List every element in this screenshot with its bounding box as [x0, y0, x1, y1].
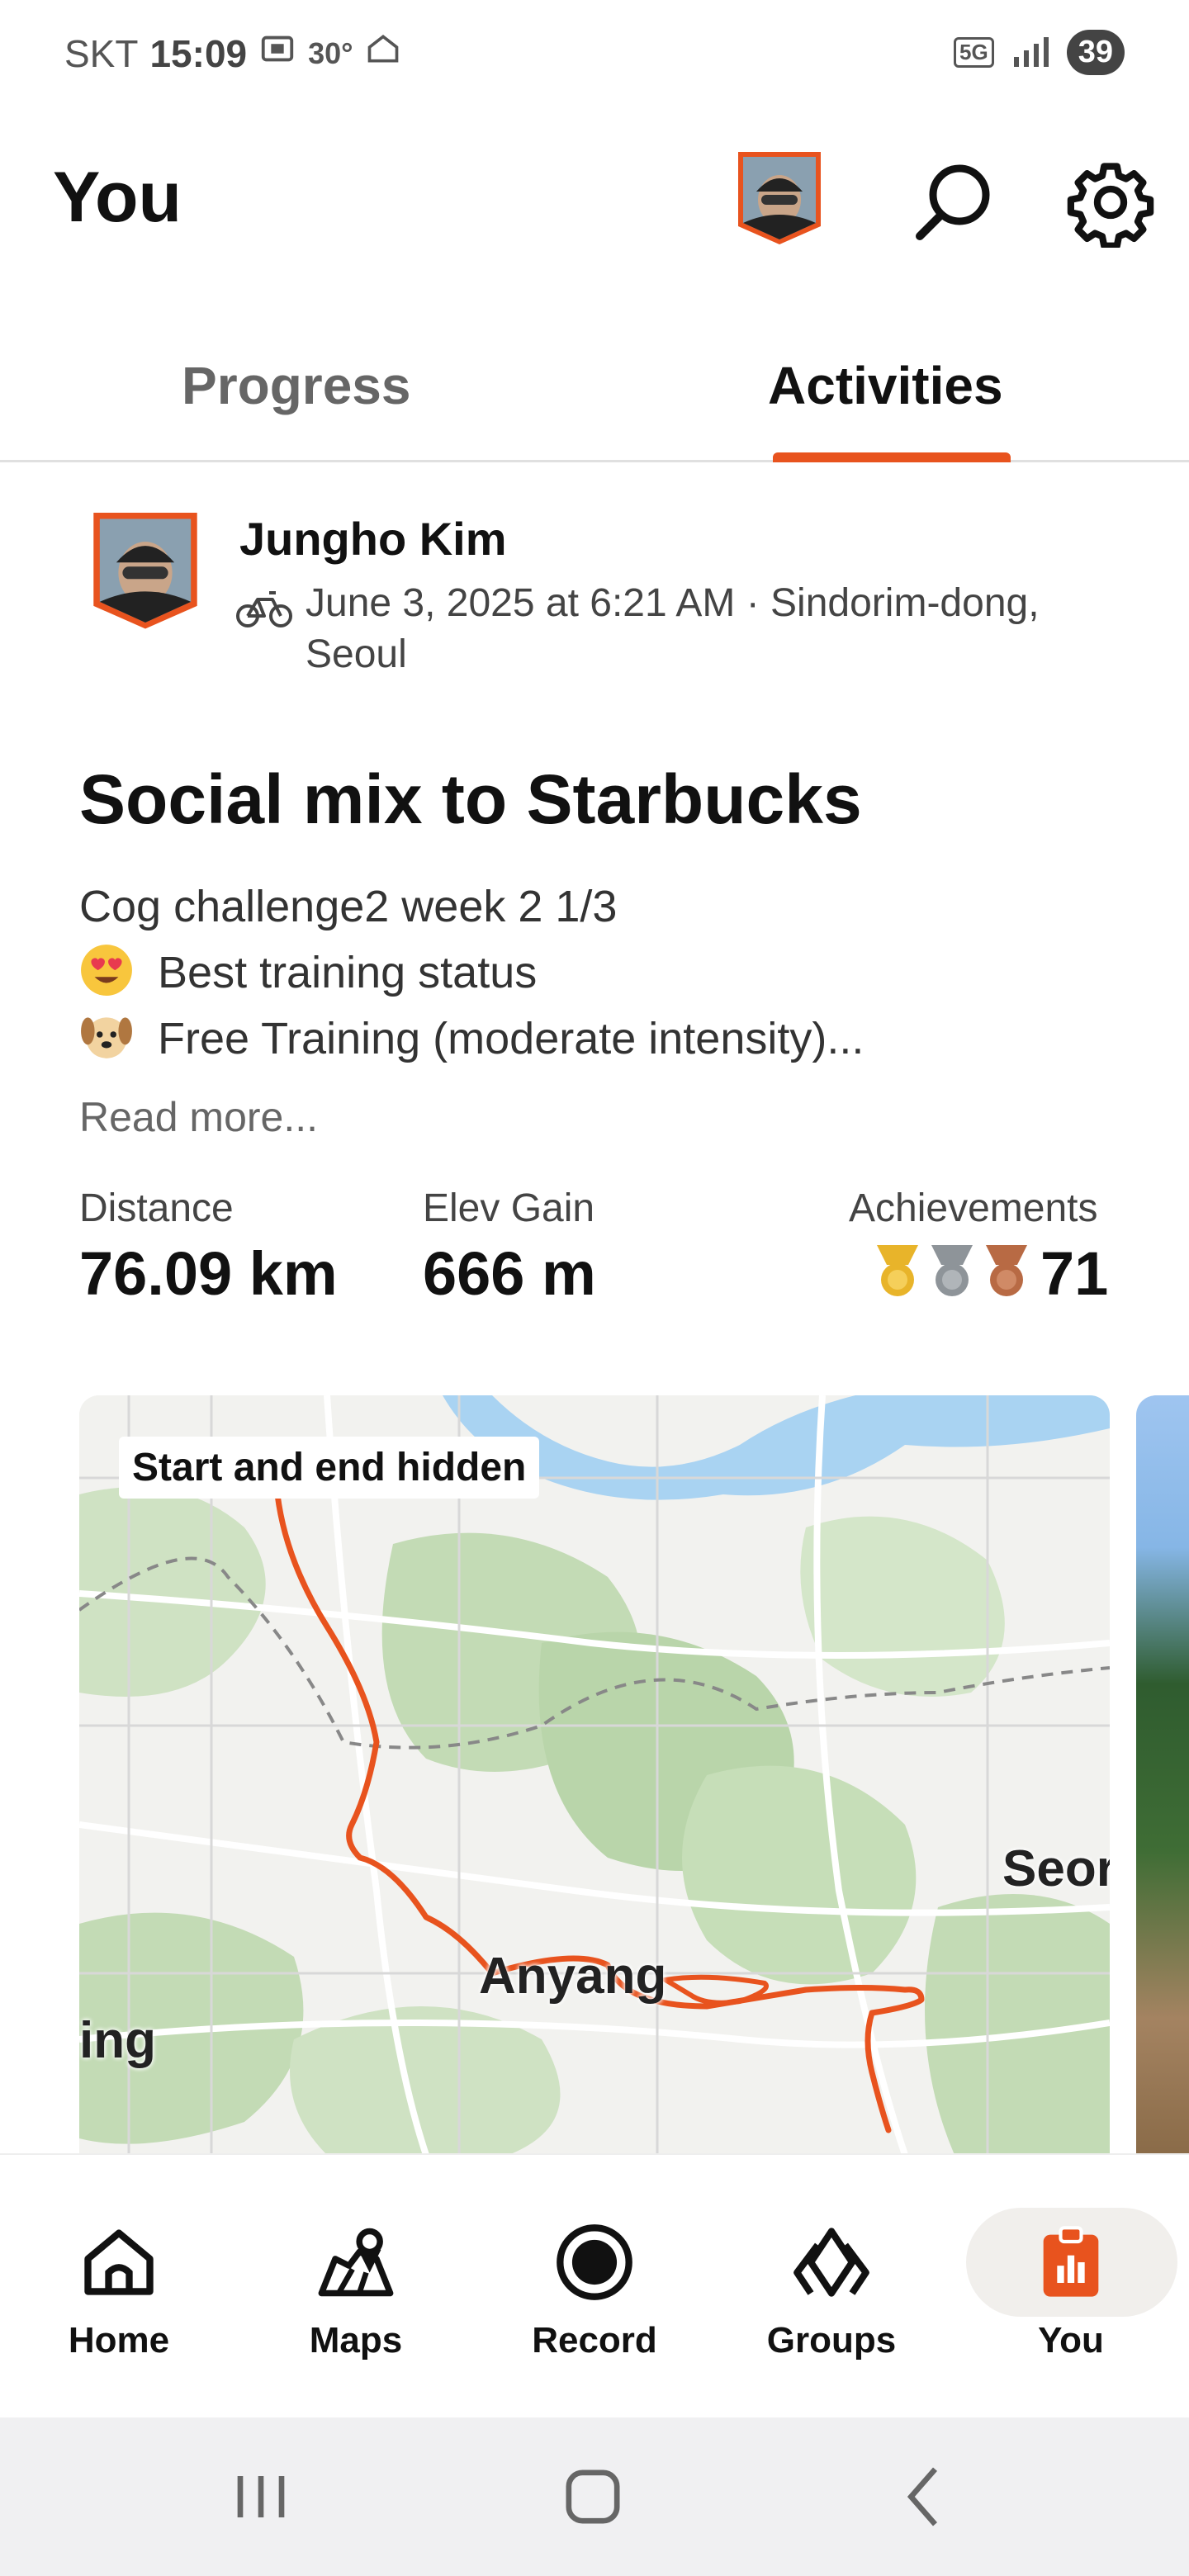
temperature-label: 30° [308, 36, 353, 70]
route-map[interactable]: Start and end hidden Anyang Seor ing [79, 1395, 1110, 2155]
status-left: SKT 15:09 30° [64, 30, 401, 77]
description-line: Best training status [79, 940, 864, 1006]
nav-item-record[interactable]: Record [500, 2155, 689, 2419]
nav-label: Groups [766, 2320, 897, 2361]
achievement-medals [872, 1242, 1032, 1300]
description-line: Cog challenge2 week 2 1/3 [79, 874, 864, 940]
elev-gain-label: Elev Gain [423, 1186, 595, 1230]
clock: 15:09 [149, 31, 248, 75]
nav-item-groups[interactable]: Groups [737, 2155, 926, 2419]
nav-label: Maps [309, 2320, 403, 2361]
tab-bar: Progress Activities [0, 322, 1189, 462]
record-icon [553, 2221, 636, 2304]
nav-item-home[interactable]: Home [24, 2155, 214, 2419]
bike-icon [236, 586, 292, 629]
dog-face-emoji-icon [79, 1009, 134, 1063]
recent-apps-icon[interactable] [220, 2455, 302, 2538]
battery-indicator: 39 [1066, 30, 1125, 75]
activity-photo[interactable] [1136, 1395, 1189, 2155]
tab-activities[interactable]: Activities [768, 355, 1003, 416]
map-label-anyang: Anyang [479, 1948, 667, 2005]
map-label-left-city: ing [79, 2012, 156, 2069]
achievements-value: 71 [1040, 1239, 1109, 1308]
profile-avatar[interactable] [735, 149, 824, 246]
home-icon [78, 2221, 160, 2304]
elev-gain-value: 666 m [423, 1239, 596, 1308]
page-title: You [53, 158, 182, 237]
activity-meta: June 3, 2025 at 6:21 AM · Sindorim-dong,… [306, 581, 1040, 676]
home-status-icon [365, 31, 401, 76]
gold-medal-icon [877, 1245, 918, 1296]
carrier-label: SKT [64, 31, 139, 75]
home-button-icon[interactable] [552, 2455, 634, 2538]
description-line: Free Training (moderate intensity)... [79, 1006, 864, 1072]
activity-title[interactable]: Social mix to Starbucks [79, 760, 862, 840]
description-text: Free Training (moderate intensity)... [158, 1014, 865, 1063]
header: You [0, 132, 1189, 281]
search-icon[interactable] [908, 157, 999, 248]
screenshot-icon [258, 30, 296, 77]
activity-description: Cog challenge2 week 2 1/3 Best training … [79, 874, 864, 1072]
signal-icon [1011, 34, 1050, 71]
active-tab-indicator [773, 452, 1011, 462]
tab-progress[interactable]: Progress [182, 355, 410, 416]
groups-icon [790, 2221, 873, 2304]
nav-label: You [1038, 2320, 1104, 2361]
distance-value: 76.09 km [79, 1239, 338, 1308]
bronze-medal-icon [986, 1245, 1027, 1296]
read-more-link[interactable]: Read more... [79, 1093, 318, 1141]
silver-medal-icon [931, 1245, 973, 1296]
nav-label: Record [532, 2320, 657, 2361]
achievements-label: Achievements [849, 1186, 1098, 1230]
back-icon[interactable] [883, 2455, 966, 2538]
nav-label: Home [68, 2320, 170, 2361]
network-5g-icon: 5G [954, 37, 994, 68]
status-right: 5G 39 [954, 30, 1125, 75]
description-text: Cog challenge2 week 2 1/3 [79, 882, 618, 931]
athlete-avatar[interactable] [89, 509, 201, 631]
description-text: Best training status [158, 948, 538, 997]
you-icon [1030, 2221, 1112, 2304]
maps-icon [315, 2221, 397, 2304]
start-end-hidden-chip: Start and end hidden [119, 1437, 540, 1499]
nav-item-maps[interactable]: Maps [261, 2155, 451, 2419]
distance-label: Distance [79, 1186, 234, 1230]
nav-item-you[interactable]: You [976, 2155, 1166, 2419]
bottom-nav: Home Maps Record Groups You [0, 2153, 1189, 2417]
system-nav-bar [0, 2417, 1189, 2576]
map-background [79, 1395, 1110, 2155]
heart-eyes-emoji-icon [79, 943, 134, 997]
status-bar: SKT 15:09 30° 5G 39 [0, 0, 1189, 107]
athlete-name[interactable]: Jungho Kim [239, 512, 507, 566]
gear-icon[interactable] [1065, 157, 1156, 249]
map-label-seongnam: Seor [1002, 1840, 1110, 1897]
